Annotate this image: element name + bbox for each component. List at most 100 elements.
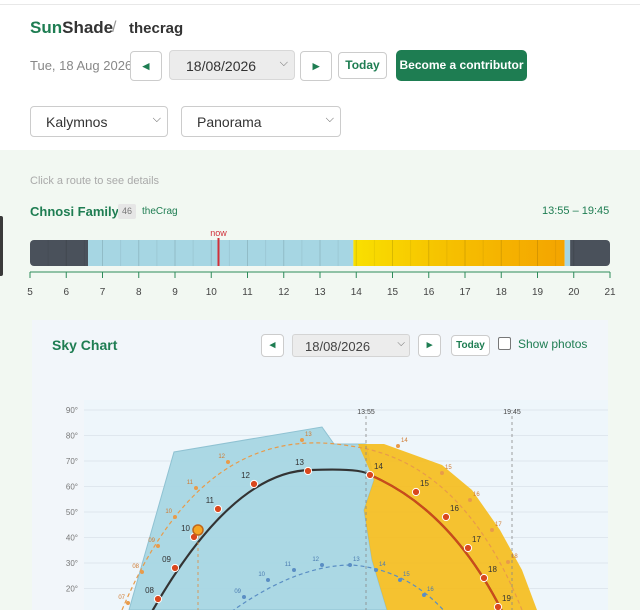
route-name[interactable]: Chnosi Family xyxy=(30,204,119,219)
timeline-hour-label: 12 xyxy=(278,287,290,298)
timeline-hour-label: 5 xyxy=(27,287,33,298)
timeline-hour-label: 21 xyxy=(604,287,616,298)
altitude-tick-label: 60° xyxy=(66,483,78,492)
altitude-tick-label: 20° xyxy=(66,585,78,594)
winter-path-dot xyxy=(422,593,426,597)
summer-path-label: 17 xyxy=(495,522,502,528)
summer-path-label: 16 xyxy=(473,492,480,498)
brand-logo[interactable]: SunShade xyxy=(30,18,113,38)
winter-path-dot xyxy=(320,563,324,567)
summer-path-label: 18 xyxy=(511,554,518,560)
night-segment xyxy=(570,240,610,266)
winter-path-dot xyxy=(292,568,296,572)
summer-path-label: 13 xyxy=(305,432,312,438)
night-segment xyxy=(30,240,88,266)
prev-day-button[interactable]: ◂ xyxy=(130,51,162,81)
sky-prev-day-button[interactable]: ◂ xyxy=(261,334,284,357)
summer-path-label: 10 xyxy=(165,509,172,515)
summer-path-label: 14 xyxy=(401,438,408,444)
sun-path-hour-label: 10 xyxy=(181,524,190,533)
winter-path-label: 10 xyxy=(258,572,265,578)
today-button[interactable]: Today xyxy=(338,52,387,79)
timeline-hour-label: 11 xyxy=(242,287,253,298)
route-count-badge: 46 xyxy=(118,204,136,219)
next-arrow-icon: ▸ xyxy=(426,339,433,351)
show-photos-label[interactable]: Show photos xyxy=(518,337,587,351)
sky-date-picker[interactable]: 18/08/2026 ⌵ xyxy=(292,334,410,357)
winter-path-dot xyxy=(266,578,270,582)
summer-path-dot xyxy=(126,601,130,605)
time-marker-label: 13:55 xyxy=(357,409,375,416)
sector-select-value: Panorama xyxy=(197,114,262,130)
sun-window: 13:55 – 19:45 xyxy=(542,205,610,217)
sun-path-hour-dot xyxy=(479,573,489,583)
timeline-hour-label: 7 xyxy=(100,287,106,298)
sky-next-day-button[interactable]: ▸ xyxy=(418,334,441,357)
summer-path-label: 15 xyxy=(445,465,452,471)
sun-path-hour-dot xyxy=(303,466,313,476)
sun-path-hour-dot xyxy=(213,504,223,514)
winter-path-label: 12 xyxy=(312,557,319,563)
altitude-tick-label: 70° xyxy=(66,457,78,466)
summer-path-label: 08 xyxy=(132,564,139,570)
timeline-hour-label: 17 xyxy=(459,287,471,298)
winter-path-label: 13 xyxy=(353,557,360,563)
chevron-down-icon: ⌵ xyxy=(279,57,288,69)
summer-path-label: 07 xyxy=(118,595,125,601)
time-marker-label: 19:45 xyxy=(503,409,521,416)
sky-chart-title: Sky Chart xyxy=(52,337,118,353)
area-select-value: Kalymnos xyxy=(46,114,108,130)
sky-chart[interactable]: 90° 80° 70° 60° 50° 40° 30° 20° 13:55 19:45 08 09… xyxy=(32,400,608,610)
winter-path-label: 15 xyxy=(403,572,410,578)
sun-path-hour-label: 13 xyxy=(295,458,304,467)
summer-path-dot xyxy=(490,528,494,532)
dusk-segment xyxy=(564,240,571,266)
top-divider xyxy=(0,4,640,5)
next-day-button[interactable]: ▸ xyxy=(300,51,332,81)
summer-path-label: 09 xyxy=(148,538,155,544)
timeline-hour-label: 13 xyxy=(314,287,326,298)
sector-select[interactable]: Panorama ⌵ xyxy=(181,106,341,137)
altitude-tick-label: 40° xyxy=(66,534,78,543)
sun-path-hour-label: 16 xyxy=(450,504,459,513)
become-contributor-button[interactable]: Become a contributor xyxy=(396,50,527,81)
route-source: theCrag xyxy=(142,206,178,217)
show-photos-checkbox[interactable] xyxy=(498,337,511,350)
chevron-down-icon: ⌵ xyxy=(152,113,161,125)
summer-path-dot xyxy=(440,471,444,475)
area-select[interactable]: Kalymnos ⌵ xyxy=(30,106,168,137)
summer-path-dot xyxy=(468,498,472,502)
now-label: now xyxy=(210,228,227,238)
date-label: Tue, 18 Aug 2026 xyxy=(30,58,133,73)
summer-path-dot xyxy=(194,486,198,490)
summer-path-dot xyxy=(140,570,144,574)
timeline-hour-label: 8 xyxy=(136,287,142,298)
altitude-tick-label: 90° xyxy=(66,406,78,415)
breadcrumb-separator: / xyxy=(112,19,117,36)
sky-today-button[interactable]: Today xyxy=(451,335,490,356)
sun-path-hour-dot xyxy=(493,602,503,610)
altitude-tick-label: 30° xyxy=(66,559,78,568)
date-picker[interactable]: 18/08/2026 ⌵ xyxy=(169,50,295,80)
sun-segment xyxy=(353,240,565,266)
timeline-hour-label: 15 xyxy=(387,287,399,298)
sun-path-hour-dot xyxy=(441,512,451,522)
sun-path-hour-dot xyxy=(365,470,375,480)
winter-path-dot xyxy=(374,568,378,572)
timeline-hour-label: 16 xyxy=(423,287,435,298)
sun-timeline[interactable]: 5 6 7 8 9 10 11 12 13 14 15 16 17 18 19 20 21 now xyxy=(0,226,640,298)
prev-arrow-icon: ◂ xyxy=(269,339,276,351)
chevron-down-icon: ⌵ xyxy=(397,338,405,349)
sky-date-value: 18/08/2026 xyxy=(305,339,371,354)
breadcrumb-source[interactable]: thecrag xyxy=(129,20,183,37)
sky-today-label: Today xyxy=(456,340,485,351)
winter-path-label: 14 xyxy=(379,562,386,568)
route-hint: Click a route to see details xyxy=(30,175,160,187)
summer-path-dot xyxy=(300,438,304,442)
shade-segment xyxy=(88,240,354,266)
timeline-hour-label: 19 xyxy=(532,287,544,298)
sun-path-hour-label: 14 xyxy=(374,462,383,471)
summer-path-dot xyxy=(156,544,160,548)
summer-path-dot xyxy=(396,444,400,448)
summer-path-dot xyxy=(173,515,177,519)
